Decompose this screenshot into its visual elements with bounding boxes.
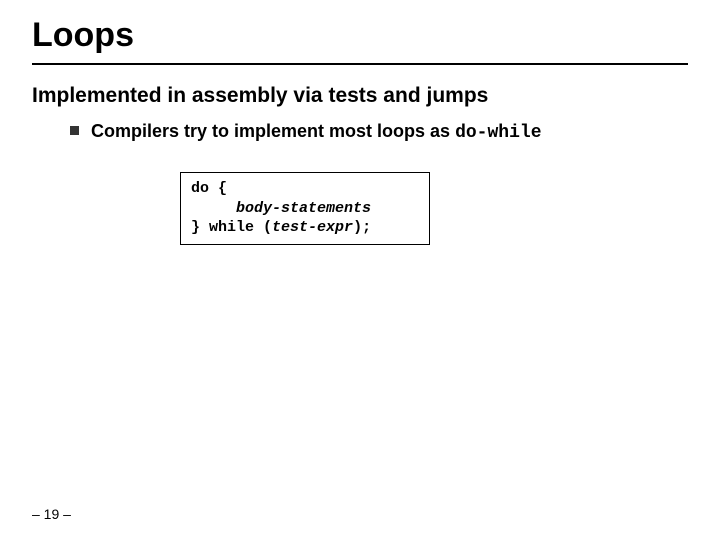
code-kw-while: while (209, 219, 263, 236)
subheading: Implemented in assembly via tests and ju… (32, 84, 488, 108)
bullet-inline-code: do-while (455, 123, 541, 143)
bullet-item: Compilers try to implement most loops as… (70, 120, 542, 145)
bullet-text: Compilers try to implement most loops as… (91, 120, 542, 145)
code-paren-close-semi: ); (353, 219, 371, 236)
page-number: – 19 – (32, 506, 71, 522)
code-brace-close: } (191, 219, 209, 236)
page-title: Loops (32, 16, 134, 55)
code-test-expr: test-expr (272, 219, 353, 236)
bullet-lead: Compilers try to implement most loops as (91, 121, 455, 141)
code-box: do { body-statements } while (test-expr)… (180, 172, 430, 245)
slide: Loops Implemented in assembly via tests … (0, 0, 720, 540)
code-body-statements: body-statements (236, 200, 371, 217)
code-block: do { body-statements } while (test-expr)… (191, 179, 419, 238)
square-bullet-icon (70, 126, 79, 135)
title-underline (32, 63, 688, 65)
code-kw-do: do (191, 180, 218, 197)
code-brace-open: { (218, 180, 227, 197)
code-paren-open: ( (263, 219, 272, 236)
